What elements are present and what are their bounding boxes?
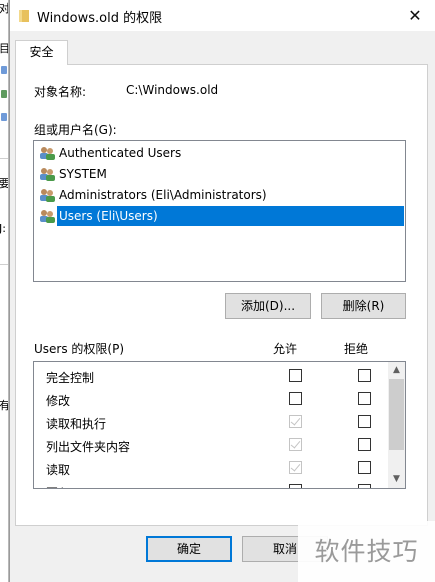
object-name-value: C:\Windows.old bbox=[126, 83, 219, 97]
user-name: Users (Eli\Users) bbox=[57, 206, 404, 226]
permission-name: 修改 bbox=[46, 394, 71, 408]
allow-checkbox[interactable] bbox=[289, 369, 302, 382]
permission-name: 列出文件夹内容 bbox=[46, 440, 131, 454]
permissions-dialog: Windows.old 的权限 ✕ 安全 对象名称: C:\Windows.ol… bbox=[9, 0, 435, 582]
user-list-item[interactable]: Administrators (Eli\Administrators) bbox=[38, 185, 404, 205]
allow-header: 允许 bbox=[273, 342, 298, 356]
scroll-up-arrow-icon[interactable]: ▲ bbox=[388, 362, 405, 379]
close-button[interactable]: ✕ bbox=[404, 5, 426, 27]
object-name-label: 对象名称: bbox=[34, 85, 87, 99]
add-button[interactable]: 添加(D)... bbox=[225, 293, 311, 319]
watermark: 软件技巧 bbox=[298, 521, 435, 582]
folder-icon bbox=[19, 10, 29, 22]
allow-checkbox-disabled bbox=[289, 415, 302, 428]
user-group-icon bbox=[40, 189, 55, 202]
deny-checkbox[interactable] bbox=[358, 438, 371, 451]
scrollbar-thumb[interactable] bbox=[389, 379, 404, 450]
background-char: 有 bbox=[0, 397, 8, 413]
user-group-icon bbox=[40, 168, 55, 181]
background-window-edge: 对 目 要 J: 有 bbox=[0, 0, 9, 582]
background-char: J: bbox=[0, 222, 6, 235]
background-char: 要 bbox=[0, 175, 8, 191]
user-name: Administrators (Eli\Administrators) bbox=[59, 188, 267, 202]
permission-list[interactable]: 完全控制 修改 读取和执行 列出文件夹内容 读取 ▲ ▼ bbox=[33, 361, 406, 489]
deny-checkbox[interactable] bbox=[358, 461, 371, 474]
user-list-item[interactable]: SYSTEM bbox=[38, 164, 404, 184]
dialog-title: Windows.old 的权限 bbox=[37, 11, 163, 26]
group-or-user-label: 组或用户名(G): bbox=[34, 123, 117, 137]
background-char: 目 bbox=[0, 40, 8, 56]
user-group-icon bbox=[40, 210, 55, 223]
background-char: 对 bbox=[0, 0, 8, 16]
user-list-item[interactable]: Authenticated Users bbox=[38, 143, 404, 163]
allow-checkbox-disabled bbox=[289, 438, 302, 451]
deny-checkbox[interactable] bbox=[358, 484, 371, 488]
ok-button[interactable]: 确定 bbox=[146, 536, 232, 562]
permission-row: 读取 bbox=[34, 457, 389, 480]
permissions-label: Users 的权限(P) bbox=[34, 342, 125, 356]
permission-row: 写入 bbox=[34, 480, 389, 488]
security-tab-panel: 对象名称: C:\Windows.old 组或用户名(G): Authentic… bbox=[15, 64, 428, 526]
permission-name: 写入 bbox=[46, 484, 70, 488]
permission-name: 读取 bbox=[46, 463, 71, 477]
tab-security[interactable]: 安全 bbox=[15, 40, 68, 65]
background-icon bbox=[1, 113, 7, 121]
permission-name: 完全控制 bbox=[46, 371, 95, 385]
deny-checkbox[interactable] bbox=[358, 369, 371, 382]
user-name: SYSTEM bbox=[59, 167, 107, 181]
vertical-scrollbar[interactable]: ▲ ▼ bbox=[388, 362, 405, 488]
permission-row: 修改 bbox=[34, 388, 389, 411]
user-group-icon bbox=[40, 147, 55, 160]
remove-button[interactable]: 删除(R) bbox=[321, 293, 406, 319]
allow-checkbox[interactable] bbox=[289, 392, 302, 405]
background-divider bbox=[0, 264, 8, 265]
permission-row: 列出文件夹内容 bbox=[34, 434, 389, 457]
user-list[interactable]: Authenticated Users SYSTEM Administrator… bbox=[33, 140, 406, 282]
background-icon bbox=[1, 90, 7, 98]
user-list-item-selected[interactable]: Users (Eli\Users) bbox=[38, 206, 404, 226]
deny-header: 拒绝 bbox=[344, 342, 369, 356]
deny-checkbox[interactable] bbox=[358, 415, 371, 428]
scroll-down-arrow-icon[interactable]: ▼ bbox=[388, 471, 405, 488]
allow-checkbox[interactable] bbox=[289, 484, 302, 488]
permission-name: 读取和执行 bbox=[46, 417, 107, 431]
background-icon bbox=[1, 66, 7, 74]
deny-checkbox[interactable] bbox=[358, 392, 371, 405]
background-divider bbox=[0, 158, 8, 159]
user-name: Authenticated Users bbox=[59, 146, 182, 160]
allow-checkbox-disabled bbox=[289, 461, 302, 474]
permission-row: 完全控制 bbox=[34, 365, 389, 388]
title-bar[interactable]: Windows.old 的权限 ✕ bbox=[10, 0, 435, 31]
permission-row: 读取和执行 bbox=[34, 411, 389, 434]
